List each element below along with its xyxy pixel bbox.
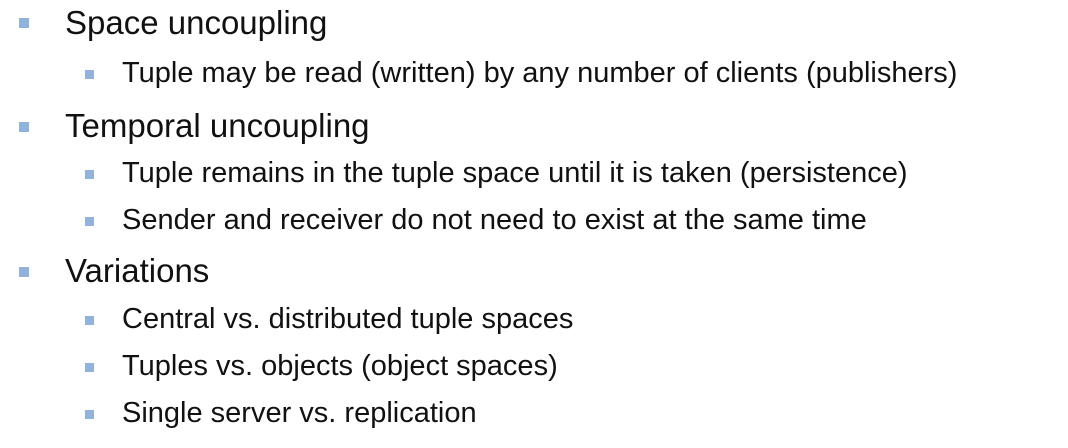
square-bullet-icon — [19, 18, 29, 28]
bullet-text: Tuples vs. objects (object spaces) — [122, 350, 558, 382]
sub-bullet-item-tuple-remains: Tuple remains in the tuple space until i… — [0, 150, 1068, 198]
sub-bullet-item-single-server: Single server vs. replication — [0, 390, 1068, 438]
sub-bullet-item-sender-receiver: Sender and receiver do not need to exist… — [0, 197, 1068, 245]
square-bullet-icon — [85, 70, 94, 79]
bullet-text: Space uncoupling — [65, 4, 328, 41]
bullet-item-space-uncoupling: Space uncoupling — [0, 0, 1068, 50]
sub-bullet-item-tuple-read-written: Tuple may be read (written) by any numbe… — [0, 50, 1068, 98]
bullet-item-temporal-uncoupling: Temporal uncoupling — [0, 100, 1068, 150]
bullet-text: Tuple remains in the tuple space until i… — [122, 157, 908, 189]
square-bullet-icon — [85, 410, 94, 419]
square-bullet-icon — [85, 316, 94, 325]
bullet-text: Single server vs. replication — [122, 397, 477, 429]
bullet-text: Central vs. distributed tuple spaces — [122, 303, 574, 335]
sub-bullet-item-tuples-objects: Tuples vs. objects (object spaces) — [0, 343, 1068, 391]
bullet-text: Temporal uncoupling — [65, 107, 370, 144]
square-bullet-icon — [19, 267, 29, 277]
square-bullet-icon — [19, 122, 29, 132]
square-bullet-icon — [85, 363, 94, 372]
bullet-text: Variations — [65, 252, 210, 289]
bullet-text: Sender and receiver do not need to exist… — [122, 204, 867, 236]
sub-bullet-item-central-distributed: Central vs. distributed tuple spaces — [0, 296, 1068, 344]
bullet-item-variations: Variations — [0, 245, 1068, 295]
square-bullet-icon — [85, 217, 94, 226]
slide-content: Space uncoupling Tuple may be read (writ… — [0, 0, 1068, 448]
square-bullet-icon — [85, 170, 94, 179]
bullet-text: Tuple may be read (written) by any numbe… — [122, 57, 958, 89]
